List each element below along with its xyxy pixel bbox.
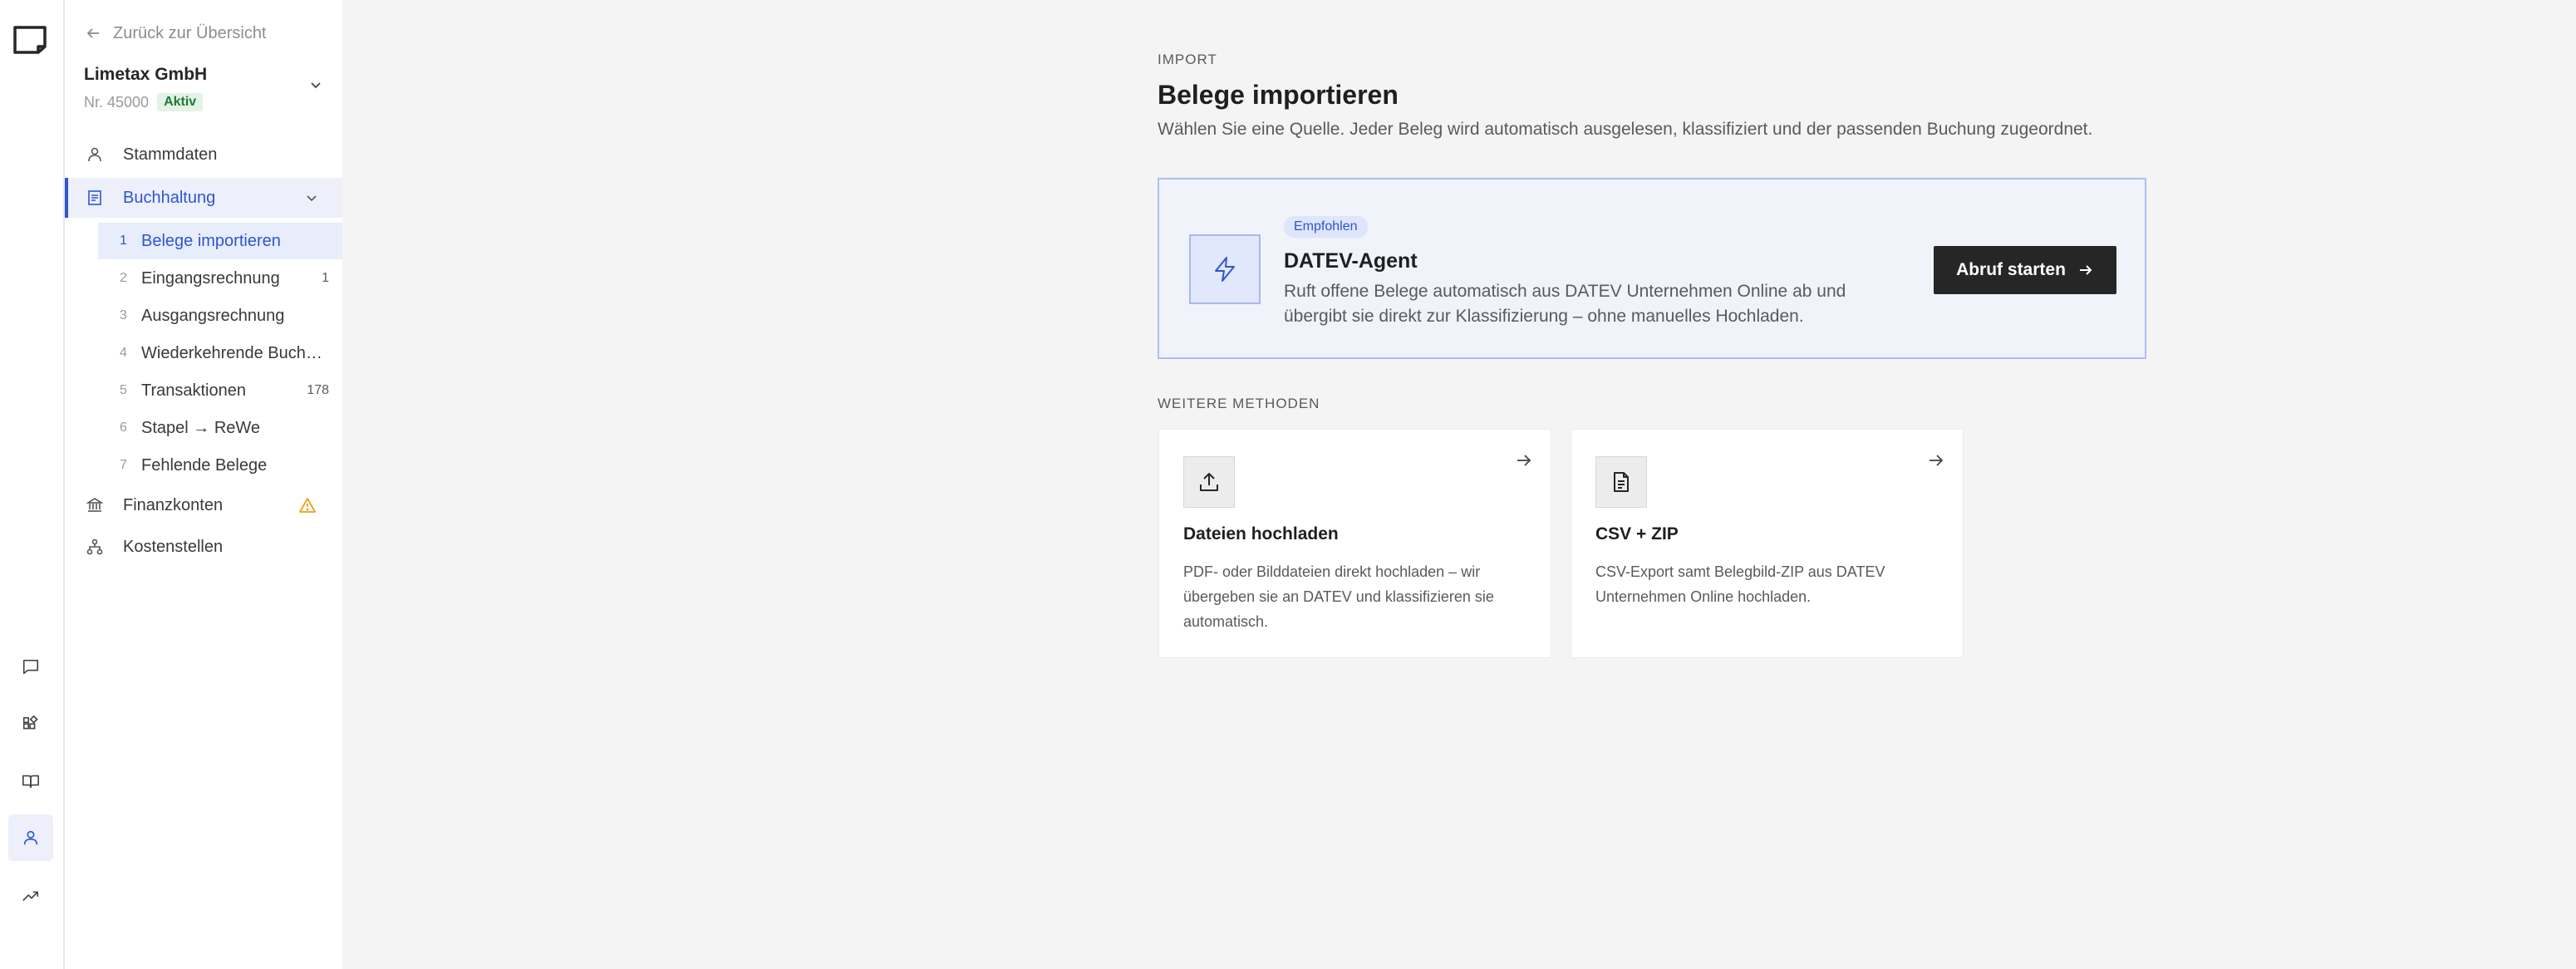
bank-icon (86, 498, 103, 512)
company-name: Limetax GmbH (84, 65, 208, 84)
chevron-down-icon[interactable] (307, 76, 324, 93)
sidebar-item-label: Stammdaten (123, 145, 218, 164)
company-number: Nr. 45000 (84, 93, 150, 111)
csv-zip-card[interactable]: CSV + ZIP CSV-Export samt Belegbild-ZIP … (1571, 429, 1964, 658)
page-title: Belege importieren (1158, 80, 1399, 110)
sub-item-fehlende-belege[interactable]: 7 Fehlende Belege (98, 447, 342, 484)
sidebar-item-label: Buchhaltung (123, 188, 216, 207)
sub-item-number: 5 (120, 383, 127, 397)
sidebar: Zurück zur Übersicht Limetax GmbH Nr. 45… (65, 0, 342, 969)
hierarchy-icon (86, 539, 103, 555)
sub-item-count: 178 (307, 383, 329, 397)
back-link[interactable]: Zurück zur Übersicht (85, 22, 267, 45)
sub-item-label: Fehlende Belege (141, 455, 268, 475)
section-label: WEITERE METHODEN (1158, 396, 1320, 411)
sidebar-item-buchhaltung[interactable]: Buchhaltung (65, 178, 342, 218)
logo-icon[interactable] (12, 22, 50, 55)
page-eyebrow: IMPORT (1158, 52, 1217, 67)
sub-item-stapel-rewe[interactable]: 6 Stapel → ReWe (98, 410, 342, 446)
sub-item-number: 1 (120, 234, 127, 248)
sub-item-label: Transaktionen (141, 381, 246, 400)
upload-files-description: PDF- oder Bilddateien direkt hochladen –… (1183, 563, 1494, 630)
sidebar-item-label: Kostenstellen (123, 537, 224, 556)
user-icon[interactable] (8, 814, 53, 861)
status-badge: Aktiv (157, 93, 204, 111)
sub-item-ausgangsrechnung[interactable]: 3 Ausgangsrechnung (98, 298, 342, 334)
sidebar-item-finanzkonten[interactable]: Finanzkonten (65, 485, 342, 525)
page-description: Wählen Sie eine Quelle. Jeder Beleg wird… (1158, 120, 2093, 139)
sub-item-count: 1 (322, 271, 329, 285)
document-icon (1595, 456, 1647, 508)
document-list-icon (88, 190, 101, 205)
back-link-label: Zurück zur Übersicht (113, 23, 267, 42)
trend-icon[interactable] (8, 873, 53, 919)
arrow-right-icon (1517, 455, 1531, 466)
book-icon[interactable] (8, 758, 53, 804)
sub-item-number: 3 (120, 308, 127, 322)
sidebar-item-stammdaten[interactable]: Stammdaten (65, 135, 342, 175)
lightning-icon (1189, 234, 1261, 304)
arrow-right-icon (2079, 265, 2092, 275)
start-fetch-button[interactable]: Abruf starten (1934, 246, 2116, 294)
sub-item-label: Ausgangsrechnung (141, 306, 285, 325)
sub-item-label: Wiederkehrende Buchungen (141, 343, 324, 362)
recommended-badge: Empfohlen (1284, 216, 1368, 238)
csv-zip-description: CSV-Export samt Belegbild-ZIP aus DATEV … (1595, 563, 1885, 605)
upload-files-title: Dateien hochladen (1183, 524, 1339, 544)
chevron-down-icon (307, 195, 317, 202)
sidebar-item-kostenstellen[interactable]: Kostenstellen (65, 527, 342, 567)
datev-agent-title: DATEV-Agent (1284, 249, 1418, 273)
icon-rail (0, 0, 65, 969)
datev-agent-description: Ruft offene Belege automatisch aus DATEV… (1284, 282, 1846, 326)
arrow-right-icon (1930, 455, 1944, 466)
upload-icon (1183, 456, 1235, 508)
sub-item-number: 6 (120, 421, 127, 435)
csv-zip-title: CSV + ZIP (1595, 524, 1679, 544)
chat-icon[interactable] (8, 643, 53, 690)
sub-item-label: Stapel → ReWe (141, 418, 261, 437)
apps-icon[interactable] (8, 701, 53, 748)
warning-icon (299, 498, 316, 513)
sub-item-transaktionen[interactable]: 5 Transaktionen 178 (98, 372, 342, 409)
sub-item-belege-importieren[interactable]: 1 Belege importieren (98, 223, 342, 259)
sub-item-label: Eingangsrechnung (141, 268, 280, 288)
sub-item-wiederkehrende-buchungen[interactable]: 4 Wiederkehrende Buchungen (98, 335, 342, 371)
sub-item-eingangsrechnung[interactable]: 2 Eingangsrechnung 1 (98, 260, 342, 297)
sub-item-number: 7 (120, 458, 127, 472)
sub-item-number: 2 (120, 271, 127, 285)
datev-agent-card: Empfohlen DATEV-Agent Ruft offene Belege… (1158, 178, 2146, 359)
person-icon (88, 147, 101, 162)
sidebar-item-label: Finanzkonten (123, 495, 224, 514)
upload-files-card[interactable]: Dateien hochladen PDF- oder Bilddateien … (1158, 429, 1551, 658)
start-fetch-label: Abruf starten (1956, 260, 2066, 279)
arrow-left-icon (86, 28, 99, 38)
sub-item-label: Belege importieren (141, 231, 281, 250)
sub-item-number: 4 (120, 346, 127, 360)
company-meta: Nr. 45000 Aktiv (84, 93, 204, 111)
